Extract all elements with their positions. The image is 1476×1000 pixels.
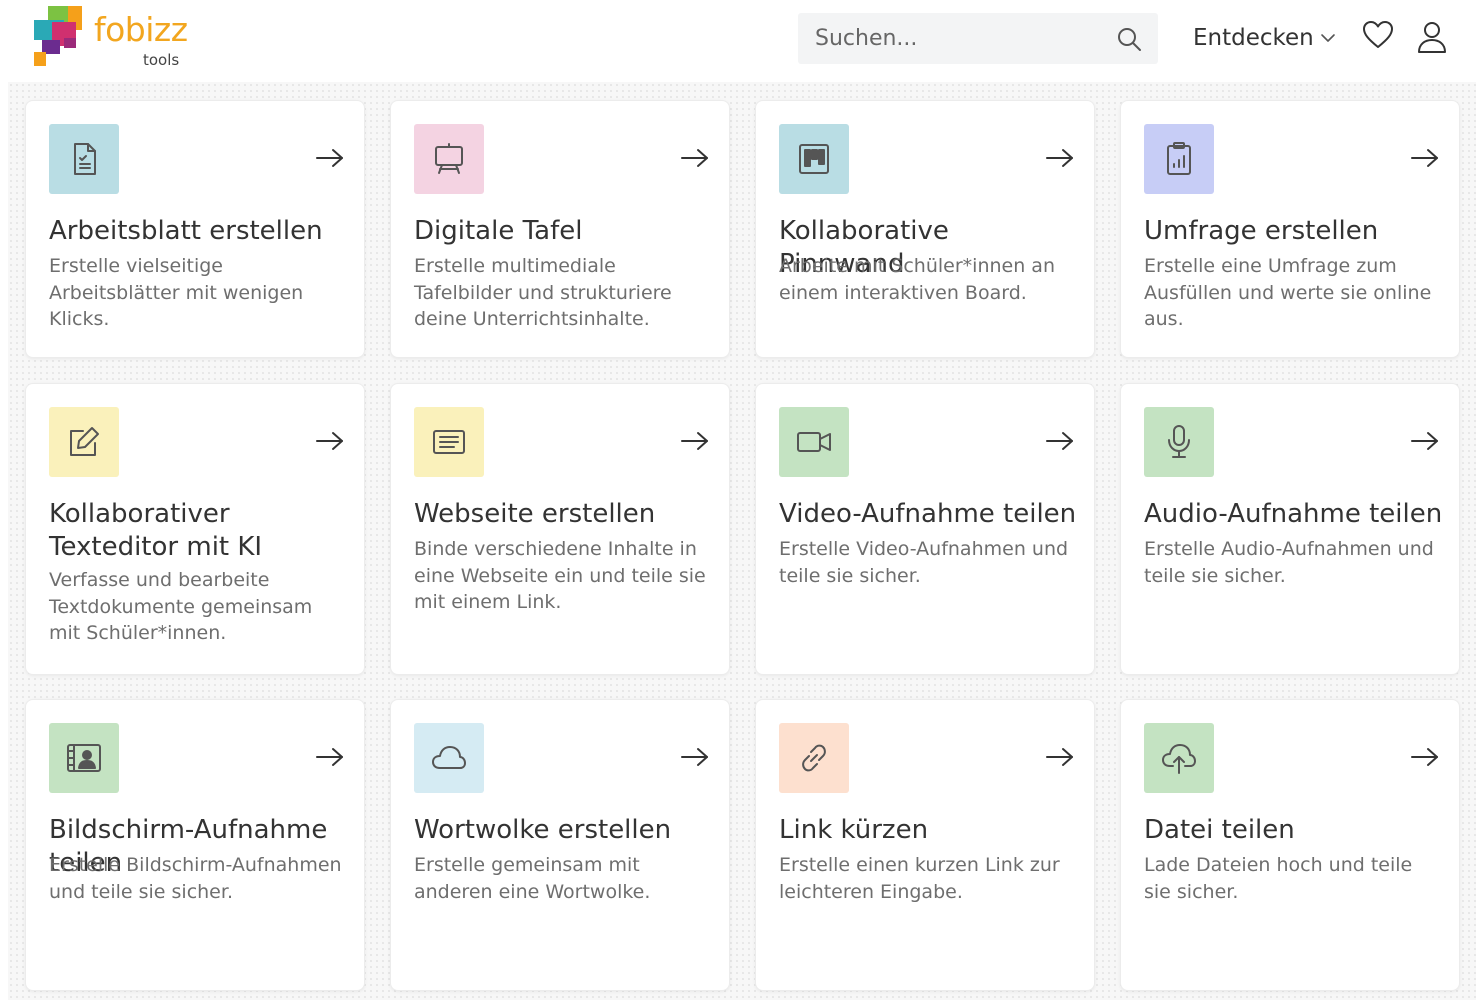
tool-card[interactable]: Arbeitsblatt erstellen Erstelle vielseiti… xyxy=(25,100,365,358)
search-bar xyxy=(798,13,1158,64)
arrow-right-icon[interactable] xyxy=(1410,147,1440,169)
arrow-right-icon[interactable] xyxy=(1045,746,1075,768)
arrow-right-icon[interactable] xyxy=(315,147,345,169)
link-icon xyxy=(802,744,826,772)
fobizz-logo[interactable]: fobizz tools xyxy=(34,6,194,70)
search-icon[interactable] xyxy=(1116,26,1142,52)
upload-cloud-icon xyxy=(1162,744,1196,774)
tool-icon-tile xyxy=(414,124,484,194)
tool-title: Wortwolke erstellen xyxy=(414,815,672,845)
user-icon[interactable] xyxy=(1416,20,1448,54)
arrow-right-icon[interactable] xyxy=(1410,430,1440,452)
tool-icon-tile xyxy=(1144,723,1214,793)
tool-title: Webseite erstellen xyxy=(414,499,656,529)
tool-card[interactable]: Link kürzen Erstelle einen kurzen Link zu… xyxy=(755,699,1095,991)
tool-icon-tile xyxy=(1144,407,1214,477)
tool-icon-tile xyxy=(414,723,484,793)
tool-description: Erstelle gemeinsam mit anderen eine Wort… xyxy=(414,854,651,903)
tool-grid: Arbeitsblatt erstellen Erstelle vielseiti… xyxy=(8,82,1476,1000)
tool-icon-tile xyxy=(779,124,849,194)
worksheet-icon xyxy=(74,143,96,175)
tool-card[interactable]: Webseite erstellen Binde verschiedene Inh… xyxy=(390,383,730,675)
board-icon xyxy=(799,144,829,174)
tool-title: Video-Aufnahme teilen xyxy=(779,499,1077,529)
tool-icon-tile xyxy=(779,407,849,477)
tool-title: Digitale Tafel xyxy=(414,216,583,246)
search-input[interactable] xyxy=(798,13,1108,64)
tool-description: Erstelle Video-Aufnahmen und teile sie s… xyxy=(779,538,1069,587)
arrow-right-icon[interactable] xyxy=(680,746,710,768)
logo-wordmark: fobizz xyxy=(94,10,188,49)
chevron-down-icon xyxy=(1320,34,1335,42)
top-header: fobizz tools Entdecken xyxy=(0,0,1476,82)
tool-description: Arbeite mit Schüler*innen an einem inter… xyxy=(779,255,1055,304)
survey-icon xyxy=(1167,142,1191,175)
tool-title: Arbeitsblatt erstellen xyxy=(49,216,323,246)
tool-description: Erstelle eine Umfrage zum Ausfüllen und … xyxy=(1144,255,1432,330)
tool-title: Link kürzen xyxy=(779,815,929,845)
tool-icon-tile xyxy=(49,723,119,793)
tool-title: Audio-Aufnahme teilen xyxy=(1144,499,1443,529)
tool-description: Erstelle Bildschirm-Aufnahmen und teile … xyxy=(49,854,342,903)
tool-card[interactable]: Kollaborative Pinnwand Arbeite mit Schüle… xyxy=(755,100,1095,358)
tool-icon-tile xyxy=(414,407,484,477)
arrow-right-icon[interactable] xyxy=(680,147,710,169)
arrow-right-icon[interactable] xyxy=(315,746,345,768)
tool-card[interactable]: Kollaborativer Texteditor mit KI Verfasse… xyxy=(25,383,365,675)
whiteboard-icon xyxy=(435,143,463,174)
logo-subtitle: tools xyxy=(143,51,180,69)
tool-title: Umfrage erstellen xyxy=(1144,216,1379,246)
tool-icon-tile xyxy=(49,124,119,194)
tool-icon-tile xyxy=(779,723,849,793)
tool-card[interactable]: Digitale Tafel Erstelle multimediale Tafe… xyxy=(390,100,730,358)
microphone-icon xyxy=(1168,425,1190,458)
tool-icon-tile xyxy=(1144,124,1214,194)
arrow-right-icon[interactable] xyxy=(1410,746,1440,768)
tool-card[interactable]: Umfrage erstellen Erstelle eine Umfrage z… xyxy=(1120,100,1460,358)
tool-description: Verfasse und bearbeite Textdokumente gem… xyxy=(49,569,313,644)
tool-card[interactable]: Wortwolke erstellen Erstelle gemeinsam mi… xyxy=(390,699,730,991)
tool-description: Erstelle multimediale Tafelbilder und st… xyxy=(414,255,672,330)
tool-title: Datei teilen xyxy=(1144,815,1295,845)
tool-card[interactable]: Datei teilen Lade Dateien hoch und teile … xyxy=(1120,699,1460,991)
screen-recording-icon xyxy=(67,744,101,772)
video-camera-icon xyxy=(797,432,831,452)
tool-card[interactable]: Bildschirm-Aufnahme teilen Erstelle Bilds… xyxy=(25,699,365,991)
tool-description: Binde verschiedene Inhalte in eine Webse… xyxy=(414,538,706,613)
arrow-right-icon[interactable] xyxy=(680,430,710,452)
discover-menu[interactable]: Entdecken xyxy=(1193,20,1336,56)
tool-description: Erstelle Audio-Aufnahmen und teile sie s… xyxy=(1144,538,1434,587)
tool-description: Erstelle vielseitige Arbeitsblätter mit … xyxy=(49,255,304,330)
tool-card[interactable]: Video-Aufnahme teilen Erstelle Video-Aufn… xyxy=(755,383,1095,675)
arrow-right-icon[interactable] xyxy=(1045,147,1075,169)
cloud-icon xyxy=(432,746,466,769)
tool-description: Lade Dateien hoch und teile sie sicher. xyxy=(1144,854,1413,903)
tool-card[interactable]: Audio-Aufnahme teilen Erstelle Audio-Aufn… xyxy=(1120,383,1460,675)
tool-icon-tile xyxy=(49,407,119,477)
tool-title: Kollaborativer Texteditor mit KI xyxy=(49,499,263,562)
arrow-right-icon[interactable] xyxy=(1045,430,1075,452)
tool-description: Erstelle einen kurzen Link zur leichtere… xyxy=(779,854,1060,903)
logo-mark-icon xyxy=(34,6,82,66)
heart-icon[interactable] xyxy=(1362,20,1394,50)
webpage-icon xyxy=(433,430,465,454)
edit-icon xyxy=(70,427,99,456)
arrow-right-icon[interactable] xyxy=(315,430,345,452)
discover-label: Entdecken xyxy=(1193,25,1314,51)
